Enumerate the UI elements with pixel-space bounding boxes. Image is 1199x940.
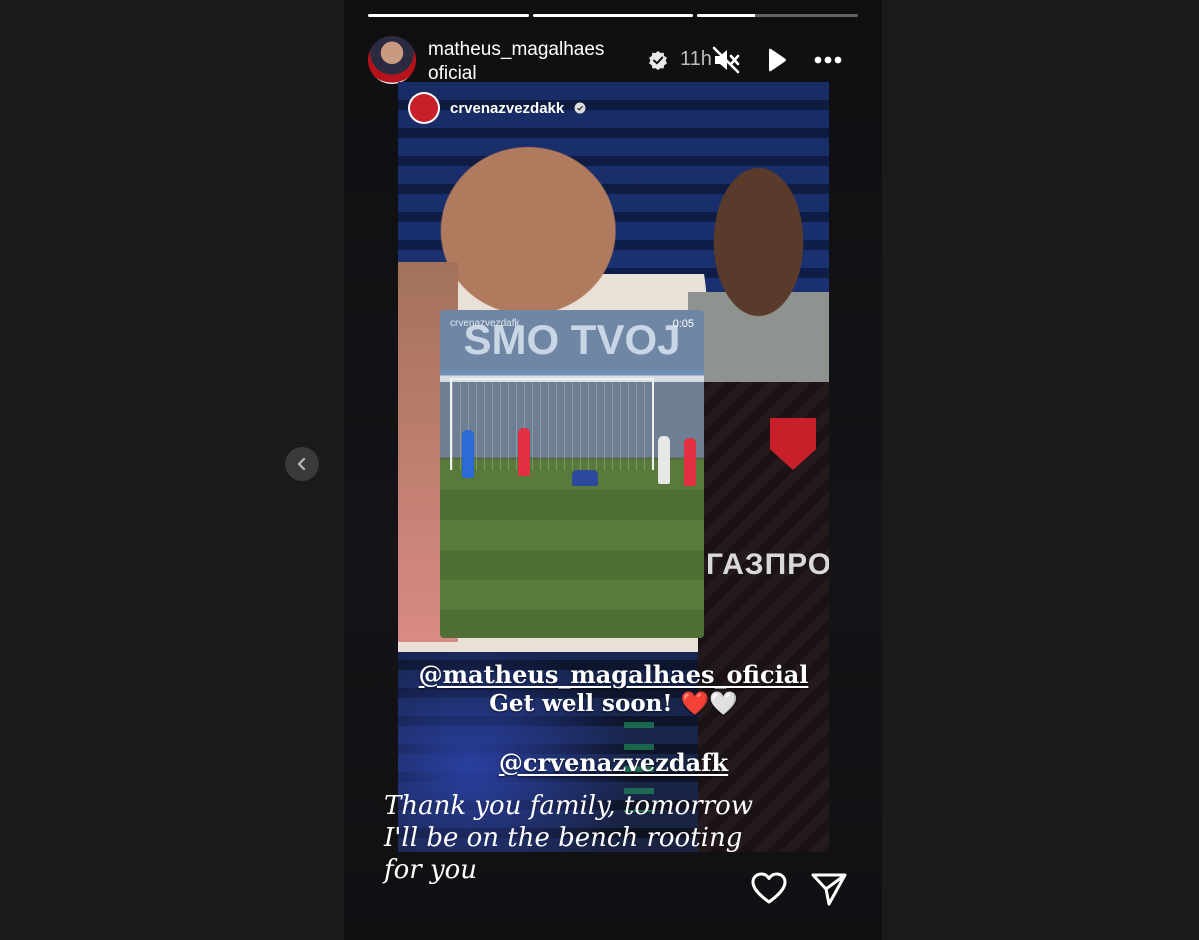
post-time: 11h (680, 48, 712, 70)
heart-icon (751, 872, 787, 904)
repost-source[interactable]: crvenazvezdakk (408, 92, 586, 124)
story-progress (368, 14, 859, 17)
video-timestamp: 0:05 (672, 318, 694, 330)
story-caption: Thank you family, tomorrow I'll be on th… (384, 790, 764, 886)
video-handle: crvenazvezdafk (450, 318, 520, 329)
caption-line: I'll be on the bench rooting (384, 823, 743, 853)
verified-badge-icon (574, 102, 586, 114)
caption-line: for you (384, 855, 478, 885)
progress-segment (532, 14, 694, 17)
like-button[interactable] (750, 870, 788, 908)
story-viewer: matheus_magalhaes oficial 11h ГАЗПРО crv… (344, 0, 882, 940)
football-pitch (440, 460, 704, 638)
club-logo (408, 92, 440, 124)
progress-segment (368, 14, 529, 17)
share-button[interactable] (810, 870, 848, 908)
player-figure (462, 430, 474, 478)
player-figure (658, 436, 670, 484)
story-media[interactable]: ГАЗПРОМ crvenazvezdakk SMO TVOJ crvenazv… (398, 82, 829, 852)
goalkeeper-figure (572, 470, 598, 486)
mention-sticker-user[interactable]: @matheus_magalhaes_oficial (398, 660, 829, 689)
chevron-left-icon (297, 457, 306, 471)
mention-sticker-club[interactable]: @crvenazvezdafk (398, 748, 829, 777)
speaker-muted-icon (712, 46, 740, 74)
previous-story-button[interactable] (285, 447, 319, 481)
player-figure (518, 428, 530, 476)
embedded-video[interactable]: SMO TVOJ crvenazvezdafk 0:05 (440, 310, 704, 638)
club-name: crvenazvezdakk (450, 99, 565, 117)
mute-button[interactable] (710, 44, 742, 76)
goal-net (450, 378, 654, 470)
progress-segment (697, 14, 859, 17)
send-icon (811, 873, 847, 906)
avatar[interactable] (368, 36, 416, 84)
play-icon (769, 48, 786, 72)
more-options-button[interactable] (812, 44, 844, 76)
caption-line: Thank you family, tomorrow (384, 791, 754, 821)
repost-message: Get well soon! ❤️🤍 (489, 690, 738, 717)
jersey-sponsor: ГАЗПРОМ (706, 548, 829, 581)
player-photo-right (688, 142, 829, 392)
verified-badge-icon (649, 51, 667, 70)
username-link[interactable]: matheus_magalhaes oficial (428, 38, 628, 86)
play-button[interactable] (760, 44, 792, 76)
story-header: matheus_magalhaes oficial 11h (368, 36, 858, 86)
more-horizontal-icon (814, 56, 842, 64)
player-figure (684, 438, 696, 486)
